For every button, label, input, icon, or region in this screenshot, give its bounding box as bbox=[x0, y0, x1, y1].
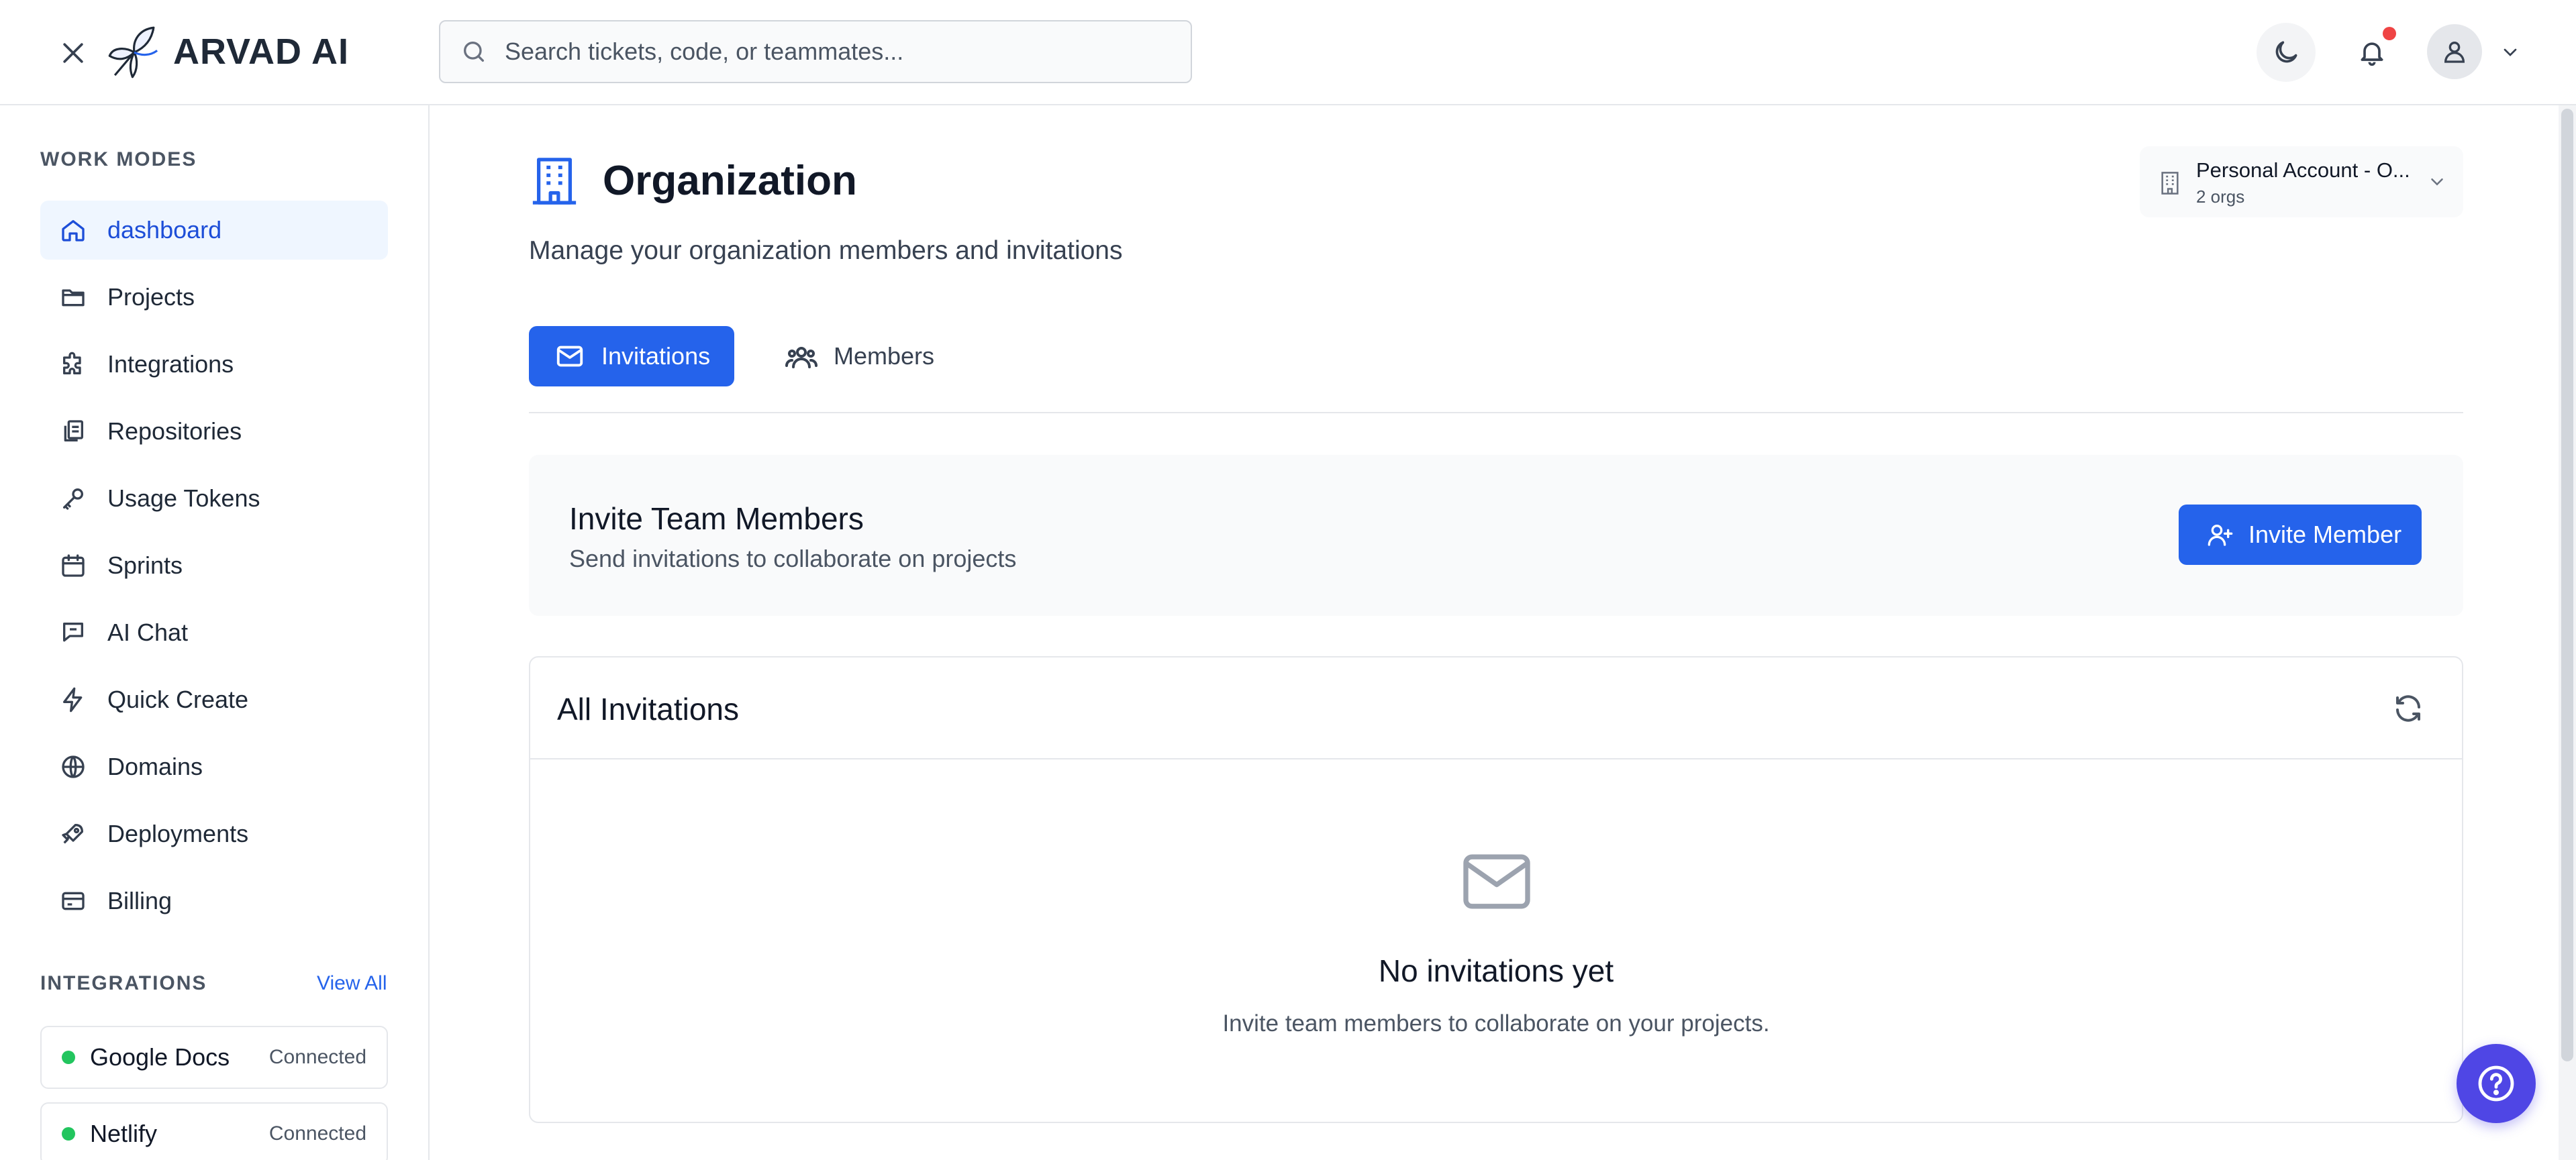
key-icon bbox=[59, 484, 87, 513]
sidebar-item-domains[interactable]: Domains bbox=[40, 737, 388, 796]
moon-icon bbox=[2275, 41, 2297, 63]
chevron-down-icon bbox=[2431, 178, 2443, 186]
integration-name: Google Docs bbox=[90, 1043, 230, 1071]
tabs-divider bbox=[529, 412, 2463, 413]
integration-status: Connected bbox=[268, 1046, 366, 1068]
user-plus-icon bbox=[2207, 521, 2234, 548]
tab-invitations[interactable]: Invitations bbox=[529, 326, 734, 386]
calendar-icon bbox=[59, 551, 87, 580]
sidebar-item-quick-create[interactable]: Quick Create bbox=[40, 670, 388, 729]
scrollbar-thumb[interactable] bbox=[2561, 109, 2573, 1061]
sidebar-item-label: Usage Tokens bbox=[107, 484, 260, 512]
tab-label: Members bbox=[834, 342, 935, 370]
building-icon bbox=[532, 158, 577, 205]
sidebar-item-label: dashboard bbox=[107, 216, 222, 244]
folder-icon bbox=[59, 283, 87, 311]
globe-icon bbox=[59, 753, 87, 781]
chat-icon bbox=[59, 619, 87, 647]
invitations-title: All Invitations bbox=[557, 692, 740, 727]
search-icon bbox=[464, 42, 484, 62]
rocket-icon bbox=[59, 820, 87, 848]
sidebar-item-label: Billing bbox=[107, 887, 172, 914]
help-icon bbox=[2478, 1065, 2514, 1102]
page-subtitle: Manage your organization members and inv… bbox=[529, 236, 1123, 265]
repository-icon bbox=[59, 417, 87, 445]
top-header: ARVAD AI bbox=[0, 0, 2576, 105]
mail-icon bbox=[1463, 854, 1530, 909]
sidebar-item-label: AI Chat bbox=[107, 619, 189, 646]
user-icon bbox=[2444, 41, 2465, 63]
invite-member-button[interactable]: Invite Member bbox=[2179, 505, 2422, 565]
invite-panel-subtitle: Send invitations to collaborate on proje… bbox=[569, 545, 1017, 572]
connected-status-dot bbox=[62, 1127, 75, 1141]
bell-icon bbox=[2361, 42, 2383, 66]
sidebar-item-label: Deployments bbox=[107, 820, 249, 847]
invitations-card-header: All Invitations bbox=[530, 657, 2462, 759]
connected-status-dot bbox=[62, 1051, 75, 1064]
credit-card-icon bbox=[59, 887, 87, 915]
sidebar-item-ai-chat[interactable]: AI Chat bbox=[40, 603, 388, 662]
sidebar-item-label: Projects bbox=[107, 283, 195, 311]
brand-name: ARVAD AI bbox=[173, 32, 350, 72]
search-input[interactable] bbox=[505, 38, 1162, 66]
sidebar-item-label: Integrations bbox=[107, 350, 234, 378]
invite-panel-title: Invite Team Members bbox=[569, 501, 864, 536]
empty-state-subtitle: Invite team members to collaborate on yo… bbox=[1222, 1010, 1770, 1037]
chevron-down-icon bbox=[2504, 48, 2517, 56]
home-icon bbox=[59, 216, 87, 244]
sidebar-item-sprints[interactable]: Sprints bbox=[40, 536, 388, 595]
view-all-integrations-link[interactable]: View All bbox=[317, 972, 387, 995]
mail-icon bbox=[554, 341, 585, 372]
integration-name: Netlify bbox=[90, 1120, 158, 1147]
sidebar-item-label: Sprints bbox=[107, 551, 183, 579]
sidebar-item-label: Repositories bbox=[107, 417, 242, 445]
sidebar-item-dashboard[interactable]: dashboard bbox=[40, 201, 388, 260]
integration-card-google-docs[interactable]: Google Docs Connected bbox=[40, 1026, 388, 1089]
all-invitations-card: All Invitations No invitations yet Invit… bbox=[529, 656, 2463, 1123]
sidebar-item-integrations[interactable]: Integrations bbox=[40, 335, 388, 394]
close-sidebar-button[interactable] bbox=[55, 35, 91, 71]
integrations-heading: INTEGRATIONS bbox=[40, 972, 207, 994]
work-modes-heading: WORK MODES bbox=[40, 148, 197, 170]
organization-switcher[interactable]: Personal Account - O... 2 orgs bbox=[2140, 146, 2463, 217]
integration-status: Connected bbox=[268, 1122, 366, 1145]
puzzle-icon bbox=[59, 350, 87, 378]
sidebar-item-billing[interactable]: Billing bbox=[40, 872, 388, 931]
building-icon bbox=[2161, 172, 2179, 195]
refresh-invitations-button[interactable] bbox=[2388, 688, 2428, 729]
close-icon bbox=[63, 43, 83, 63]
organization-name: Personal Account - O... bbox=[2196, 158, 2410, 182]
tab-members[interactable]: Members bbox=[760, 326, 941, 386]
invite-member-label: Invite Member bbox=[2248, 521, 2402, 548]
sidebar-item-deployments[interactable]: Deployments bbox=[40, 804, 388, 863]
user-avatar-button[interactable] bbox=[2427, 24, 2482, 79]
tab-label: Invitations bbox=[601, 342, 711, 370]
empty-state-title: No invitations yet bbox=[1378, 953, 1614, 988]
sidebar-item-label: Domains bbox=[107, 753, 203, 780]
integration-card-netlify[interactable]: Netlify Connected bbox=[40, 1102, 388, 1160]
notification-badge bbox=[2383, 27, 2396, 40]
sidebar-item-projects[interactable]: Projects bbox=[40, 268, 388, 327]
search-bar[interactable] bbox=[439, 20, 1192, 83]
sidebar-item-label: Quick Create bbox=[107, 686, 249, 713]
users-icon bbox=[785, 340, 818, 372]
user-menu-toggle[interactable] bbox=[2497, 40, 2524, 64]
butterfly-logo-icon bbox=[108, 26, 158, 78]
sidebar: WORK MODES dashboard Projects Integratio… bbox=[0, 105, 430, 1160]
invite-team-panel: Invite Team Members Send invitations to … bbox=[529, 455, 2463, 616]
sidebar-item-repositories[interactable]: Repositories bbox=[40, 402, 388, 461]
refresh-icon bbox=[2396, 695, 2420, 722]
help-button[interactable] bbox=[2457, 1044, 2536, 1123]
lightning-icon bbox=[59, 686, 87, 714]
page-title: Organization bbox=[603, 158, 857, 204]
sidebar-item-usage-tokens[interactable]: Usage Tokens bbox=[40, 469, 388, 528]
theme-toggle-button[interactable] bbox=[2257, 23, 2316, 82]
organization-count: 2 orgs bbox=[2196, 187, 2245, 207]
